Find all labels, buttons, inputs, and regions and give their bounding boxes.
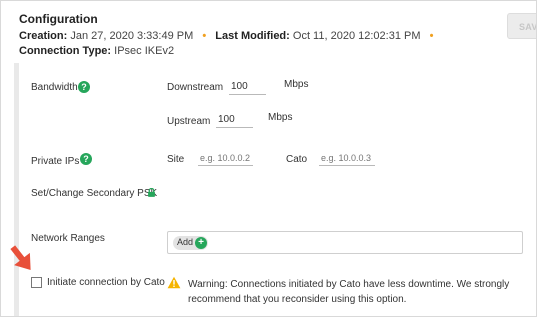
next-section-label — [29, 312, 139, 316]
site-ip-input[interactable] — [198, 150, 253, 166]
cato-label: Cato — [286, 154, 308, 165]
network-ranges-field[interactable]: Add + — [167, 231, 523, 254]
add-range-button[interactable]: Add + — [173, 236, 209, 250]
connection-type: Connection Type: IPsec IKEv2 — [19, 45, 174, 57]
question-circle-icon[interactable]: ? — [80, 153, 92, 165]
plus-circle-icon: + — [195, 237, 208, 249]
creation-metadata: Creation: Jan 27, 2020 3:33:49 PM • Last… — [19, 30, 439, 42]
last-modified-label: Last Modified: — [215, 30, 290, 42]
red-arrow-icon — [10, 245, 31, 271]
connection-type-value: IPsec IKEv2 — [114, 45, 175, 57]
creation-value: Jan 27, 2020 3:33:49 PM — [70, 30, 194, 42]
lock-icon — [148, 188, 155, 197]
downstream-input[interactable] — [229, 79, 266, 95]
site-label: Site — [167, 154, 185, 165]
upstream-unit: Mbps — [268, 112, 293, 123]
creation-label: Creation: — [19, 30, 68, 42]
warning-message: Warning: Connections initiated by Cato h… — [188, 279, 510, 305]
downstream-label: Downstream — [167, 82, 224, 93]
question-circle-icon[interactable]: ? — [78, 81, 90, 93]
save-button[interactable]: SAVE — [507, 13, 536, 39]
separator-dot: • — [429, 30, 434, 42]
upstream-label: Upstream — [167, 116, 211, 127]
configuration-panel: Configuration Creation: Jan 27, 2020 3:3… — [0, 0, 537, 317]
secondary-psk-link[interactable]: Set/Change Secondary PSK — [31, 188, 157, 199]
warning-triangle-icon — [167, 276, 181, 289]
upstream-input[interactable] — [216, 112, 253, 128]
bandwidth-label: Bandwidth — [31, 82, 78, 93]
cato-ip-input[interactable] — [319, 150, 375, 166]
connection-type-label: Connection Type: — [19, 45, 112, 57]
separator-dot: • — [202, 30, 207, 42]
initiate-by-cato-checkbox[interactable] — [31, 277, 42, 288]
last-modified-value: Oct 11, 2020 12:02:31 PM — [292, 30, 421, 42]
initiate-by-cato-label[interactable]: Initiate connection by Cato — [47, 277, 165, 288]
private-ips-label: Private IPs — [31, 156, 80, 167]
page-title: Configuration — [19, 12, 98, 26]
downstream-unit: Mbps — [284, 79, 309, 90]
add-label: Add — [177, 237, 194, 247]
network-ranges-label: Network Ranges — [31, 233, 105, 244]
